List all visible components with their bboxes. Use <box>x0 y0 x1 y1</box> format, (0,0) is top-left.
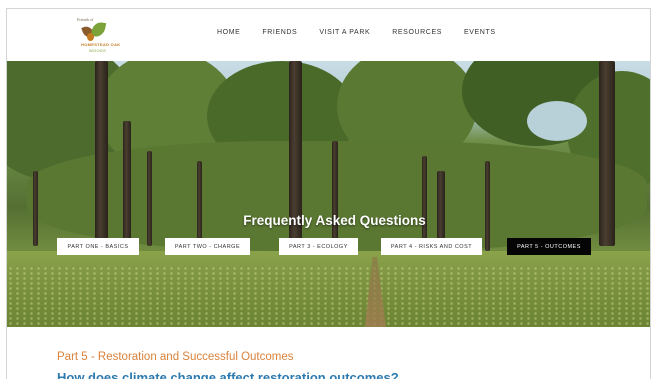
site-logo[interactable]: Friends of HOMESTEAD OAK WOODS <box>75 17 120 53</box>
faq-question[interactable]: How does climate change affect restorati… <box>57 370 399 379</box>
tree-trunk <box>33 171 38 246</box>
tab-part-two[interactable]: PART TWO - CHARGE <box>165 238 250 255</box>
wildflowers <box>7 266 650 327</box>
logo-tagline: Friends of <box>77 17 94 22</box>
nav-events[interactable]: EVENTS <box>464 29 496 36</box>
nav-friends[interactable]: FRIENDS <box>262 29 297 36</box>
tab-part-5[interactable]: PART 5 - OUTCOMES <box>507 238 591 255</box>
nav-visit-a-park[interactable]: VISIT A PARK <box>319 29 370 36</box>
site-header: Friends of HOMESTEAD OAK WOODS HOME FRIE… <box>7 9 650 61</box>
hero-title: Frequently Asked Questions <box>7 213 650 228</box>
sky-gap <box>527 101 587 141</box>
tree-trunk <box>332 141 338 251</box>
tab-part-3[interactable]: PART 3 - ECOLOGY <box>279 238 358 255</box>
faq-tabs: PART ONE - BASICS PART TWO - CHARGE PART… <box>7 238 650 256</box>
logo-name: HOMESTEAD OAK <box>81 42 121 47</box>
tab-part-one[interactable]: PART ONE - BASICS <box>57 238 139 255</box>
tab-part-4[interactable]: PART 4 - RISKS AND COST <box>381 238 482 255</box>
logo-subname: WOODS <box>89 48 107 53</box>
nav-home[interactable]: HOME <box>217 29 240 36</box>
main-nav: HOME FRIENDS VISIT A PARK RESOURCES EVEN… <box>217 29 518 36</box>
hero-banner: Frequently Asked Questions PART ONE - BA… <box>7 61 650 327</box>
tree-trunk <box>147 151 152 246</box>
logo-acorn-icon <box>87 33 94 41</box>
tree-trunk <box>422 156 427 251</box>
part-heading: Part 5 - Restoration and Successful Outc… <box>57 351 294 363</box>
hero-title-text: Frequently Asked Questions <box>243 213 426 228</box>
page-frame: Friends of HOMESTEAD OAK WOODS HOME FRIE… <box>6 8 651 379</box>
faq-content: Part 5 - Restoration and Successful Outc… <box>7 327 650 379</box>
nav-resources[interactable]: RESOURCES <box>392 29 442 36</box>
tree-trunk <box>197 161 202 246</box>
